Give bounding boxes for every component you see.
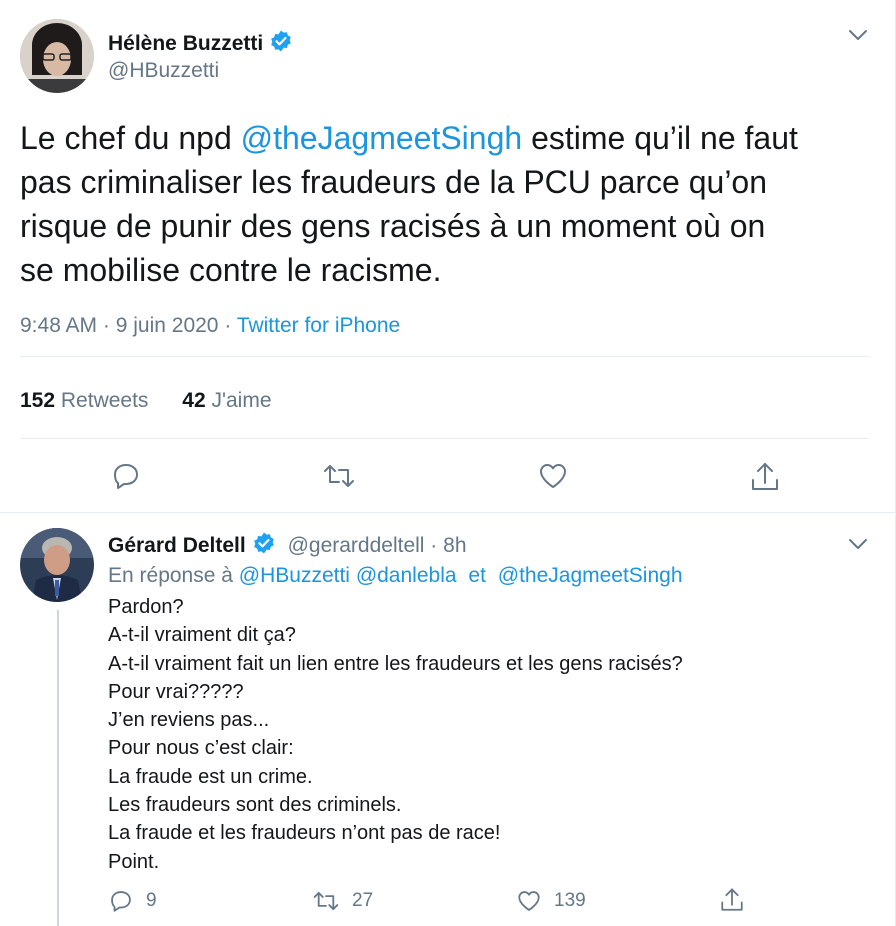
chevron-down-icon[interactable] (848, 537, 868, 556)
reply-text-line: La fraude est un crime. (108, 765, 313, 788)
reply-text-line: Pour vrai????? (108, 680, 244, 703)
reply-icon (111, 891, 131, 912)
chevron-down-icon[interactable] (848, 28, 868, 47)
reply-text-line: A-t-il vraiment fait un lien entre les f… (108, 652, 683, 675)
retweets-count: 152 (20, 389, 56, 412)
retweet-icon (324, 465, 354, 487)
divider (20, 356, 869, 357)
like-button[interactable] (537, 460, 569, 492)
reply-author-handle[interactable]: @gerarddeltell (288, 534, 425, 557)
likes-count: 42 (182, 389, 206, 412)
reply-text-line: Point. (108, 850, 160, 873)
tweet-meta: 9:48 AM · 9 juin 2020 · Twitter for iPho… (20, 314, 401, 337)
verified-badge-icon (269, 29, 293, 59)
heart-icon (540, 464, 566, 488)
mention-link[interactable]: @HBuzzetti (239, 564, 350, 587)
tweet-text-line: se mobilise contre le racisme. (20, 252, 442, 288)
reply-share-button[interactable] (719, 886, 745, 914)
retweet-button[interactable] (322, 460, 356, 492)
reply-text-line: Les fraudeurs sont des criminels. (108, 794, 402, 817)
reply-icon (114, 464, 138, 489)
retweet-count: 27 (352, 890, 374, 911)
tweet-text-line: risque de punir des gens racisés à un mo… (20, 208, 766, 244)
tweet-text-segment: estime qu’il ne faut (522, 120, 798, 156)
in-reply-conjunction: et (468, 564, 486, 587)
reply-author-name[interactable]: Gérard Deltell (108, 534, 246, 557)
tweet-source-link[interactable]: Twitter for iPhone (237, 314, 400, 337)
reply-text-line: J’en reviens pas... (108, 709, 270, 732)
author-name[interactable]: Hélène Buzzetti (108, 29, 293, 59)
author-name-text[interactable]: Hélène Buzzetti (108, 32, 263, 55)
tweet-stats: 152 Retweets 42 J'aime (20, 389, 272, 413)
share-icon (752, 463, 778, 490)
tweet-date[interactable]: 9 juin 2020 (116, 314, 219, 337)
mention-link[interactable]: @danlebla (356, 564, 457, 587)
section-divider (0, 512, 895, 513)
reply-retweet-button[interactable]: 27 (312, 888, 373, 914)
mention-link[interactable]: @theJagmeetSingh (498, 564, 683, 587)
tweet-detail-panel: Hélène Buzzetti @HBuzzetti Le chef du np… (0, 0, 896, 926)
reply-button[interactable] (110, 460, 142, 492)
tweet-text-segment: Le chef du npd (20, 120, 241, 156)
tweet-text: Le chef du npd @theJagmeetSingh estime q… (20, 116, 880, 292)
reply-header: Gérard Deltell @gerarddeltell · 8h (108, 531, 467, 561)
in-reply-prefix: En réponse à (108, 564, 233, 587)
retweet-icon (313, 891, 339, 911)
author-avatar[interactable] (20, 19, 94, 93)
reply-text-line: La fraude et les fraudeurs n’ont pas de … (108, 822, 501, 845)
mention-link[interactable]: @theJagmeetSingh (241, 120, 523, 156)
thread-line (57, 610, 59, 926)
heart-icon (518, 891, 540, 911)
likes-stat[interactable]: 42 J'aime (182, 389, 271, 412)
reply-text-line: A-t-il vraiment dit ça? (108, 624, 296, 647)
reply-count: 9 (146, 890, 157, 911)
share-button[interactable] (749, 460, 781, 494)
reply-text: Pardon? A-t-il vraiment dit ça? A-t-il v… (108, 593, 683, 876)
tweet-time[interactable]: 9:48 AM (20, 314, 97, 337)
tweet-text-line: pas criminaliser les fraudeurs de la PCU… (20, 164, 768, 200)
retweets-stat[interactable]: 152 Retweets (20, 389, 148, 412)
divider (20, 438, 869, 439)
in-reply-to: En réponse à @HBuzzetti @danlebla et @th… (108, 564, 683, 588)
reply-timestamp[interactable]: 8h (443, 534, 466, 557)
like-count: 139 (554, 890, 586, 911)
verified-badge-icon (252, 531, 276, 561)
reply-reply-button[interactable]: 9 (108, 888, 157, 914)
reply-text-line: Pour nous c’est clair: (108, 737, 294, 760)
separator-dot: · (424, 534, 444, 557)
author-handle[interactable]: @HBuzzetti (108, 59, 219, 83)
reply-text-line: Pardon? (108, 596, 184, 618)
reply-like-button[interactable]: 139 (516, 888, 586, 914)
reply-author-avatar[interactable] (20, 528, 94, 602)
share-icon (721, 888, 743, 911)
retweets-label: Retweets (60, 389, 149, 412)
likes-label: J'aime (211, 389, 272, 412)
